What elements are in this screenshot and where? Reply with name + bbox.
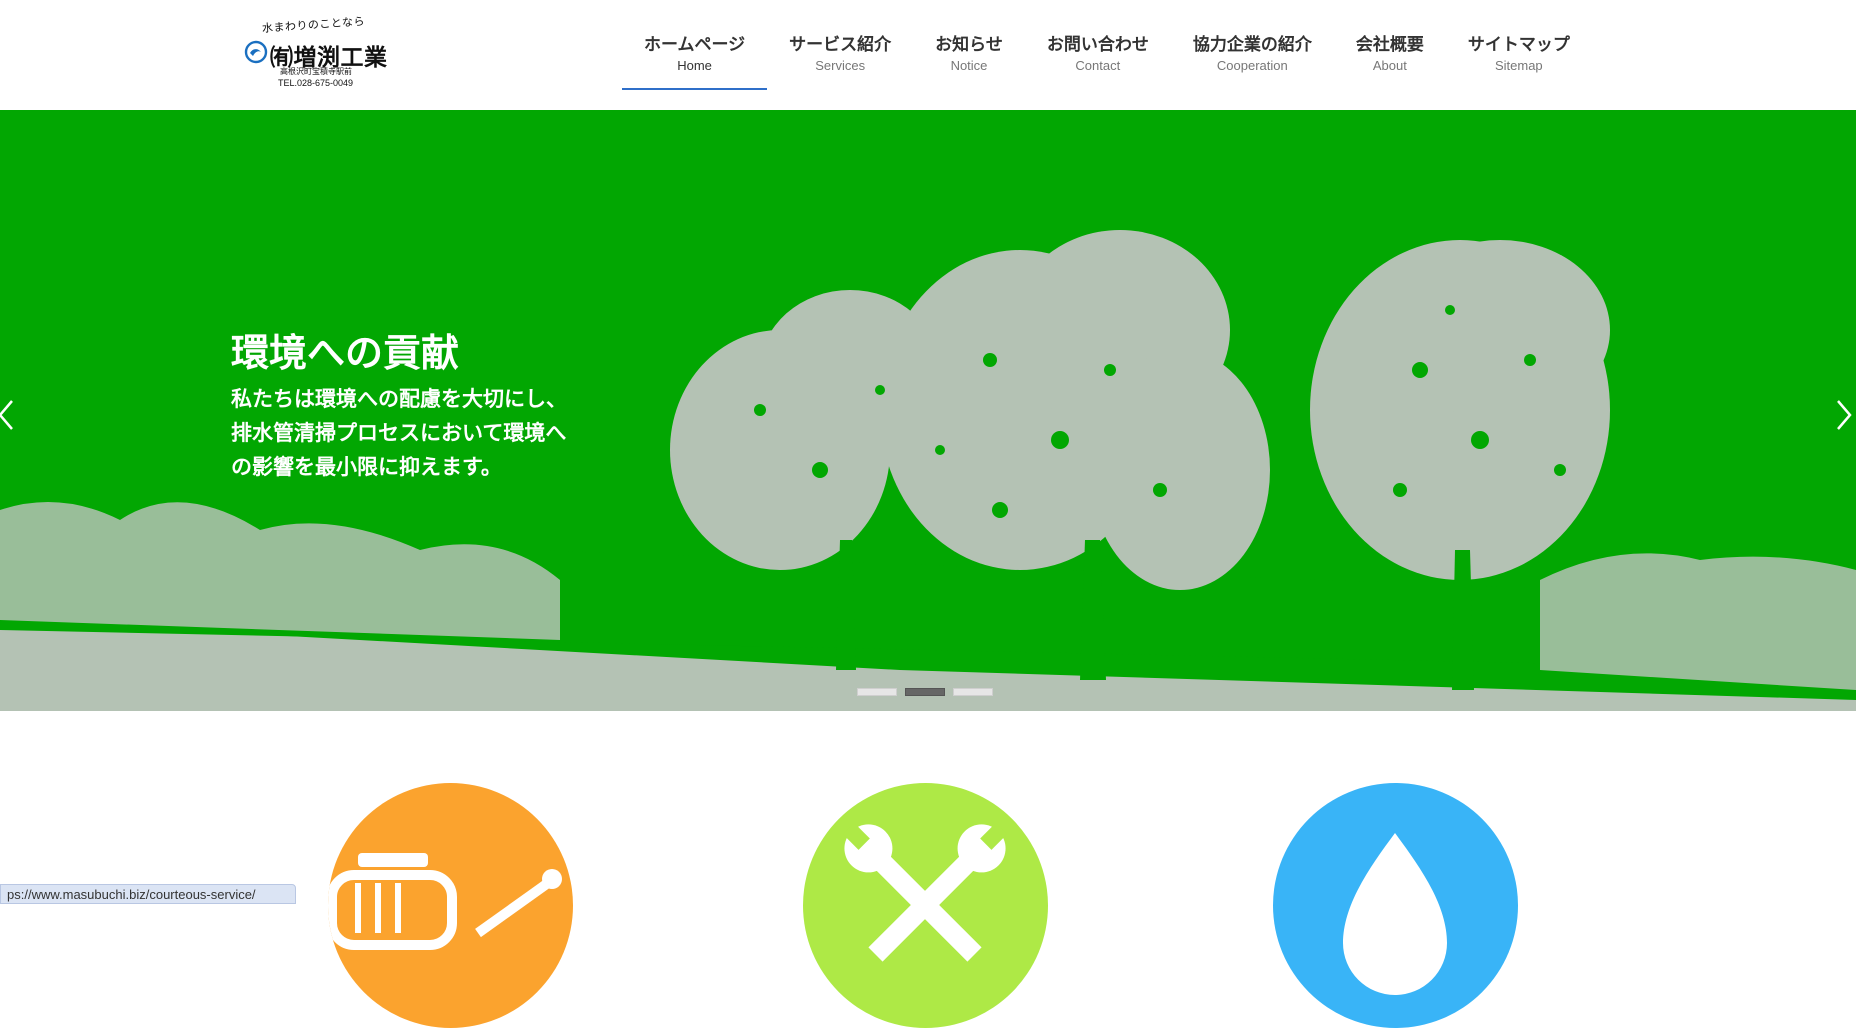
nav-item-services[interactable]: サービス紹介 Services [767, 0, 913, 92]
nav-label-en: Services [815, 58, 866, 73]
slider-dot-1[interactable] [857, 688, 897, 696]
nav-label-ja: ホームページ [644, 35, 746, 55]
company-address: 高根沢町宝積寺駅前 [280, 67, 352, 76]
nav-label-ja: 協力企業の紹介 [1192, 35, 1312, 55]
nav-item-about[interactable]: 会社概要 About [1334, 0, 1446, 92]
nav-item-sitemap[interactable]: サイトマップ Sitemap [1446, 0, 1592, 92]
nav-label-en: About [1372, 58, 1407, 73]
nav-label-en: Home [677, 58, 712, 73]
water-drop-icon [1343, 833, 1447, 995]
hero-description: 私たちは環境への配慮を大切にし、 排水管清掃プロセスにおいて環境へ の影響を最小… [231, 382, 611, 484]
hero-line: の影響を最小限に抑えます。 [231, 455, 502, 479]
water-swirl-icon [244, 40, 268, 64]
nav-label-ja: サービス紹介 [789, 35, 892, 55]
nav-label-en: Notice [950, 58, 988, 73]
status-bar-url: ps://www.masubuchi.biz/courteous-service… [0, 884, 296, 904]
nav-label-ja: 会社概要 [1355, 35, 1424, 55]
service-circle-1[interactable] [328, 783, 573, 1028]
nav-item-home[interactable]: ホームページ Home [622, 0, 768, 92]
nav-label-en: Sitemap [1494, 58, 1543, 73]
nav-label-ja: お知らせ [935, 35, 1003, 55]
truck-wrench-icon [328, 853, 562, 950]
logo-tagline: 水まわりのことなら [261, 14, 366, 35]
hero-slider: 環境への貢献 私たちは環境への配慮を大切にし、 排水管清掃プロセスにおいて環境へ… [0, 110, 1856, 711]
nav-label-ja: サイトマップ [1467, 35, 1570, 55]
nav-item-cooperation[interactable]: 協力企業の紹介 Cooperation [1171, 0, 1334, 92]
site-header: 水まわりのことなら ㈲増渕工業 高根沢町宝積寺駅前 TEL.028-675-00… [0, 0, 1856, 110]
nav-label-ja: お問い合わせ [1046, 35, 1149, 55]
slider-dot-2[interactable] [905, 688, 945, 696]
nav-label-en: Cooperation [1216, 58, 1288, 73]
service-circle-2[interactable] [803, 783, 1048, 1028]
nav-item-notice[interactable]: お知らせ Notice [913, 0, 1025, 92]
service-circle-3[interactable] [1273, 783, 1518, 1028]
nav-item-contact[interactable]: お問い合わせ Contact [1025, 0, 1171, 92]
slider-pagination [857, 688, 993, 696]
chevron-right-icon[interactable] [1826, 395, 1856, 435]
company-tel: TEL.028-675-0049 [278, 78, 354, 88]
main-nav: ホームページ Home サービス紹介 Services お知らせ Notice … [622, 0, 1592, 92]
hero-line: 排水管清掃プロセスにおいて環境へ [231, 421, 567, 445]
nav-label-en: Contact [1075, 58, 1121, 73]
slider-dot-3[interactable] [953, 688, 993, 696]
wrench-cross-icon [842, 822, 1008, 962]
hero-title: 環境への貢献 [231, 331, 460, 375]
site-logo[interactable]: 水まわりのことなら ㈲増渕工業 高根沢町宝積寺駅前 TEL.028-675-00… [240, 15, 400, 90]
hero-line: 私たちは環境への配慮を大切にし、 [231, 387, 567, 411]
chevron-left-icon[interactable] [0, 395, 24, 435]
